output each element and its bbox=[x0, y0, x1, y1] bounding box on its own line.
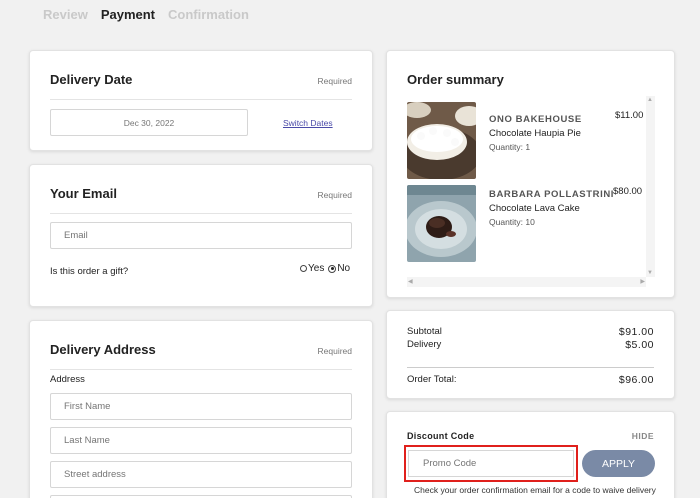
order-total-row: Order Total: $96.00 bbox=[407, 374, 654, 386]
subtotal-label: Subtotal bbox=[407, 326, 442, 337]
first-name-input[interactable] bbox=[50, 393, 352, 420]
item-vendor: BARBARA POLLASTRINI bbox=[489, 189, 615, 200]
subtotal-row: Subtotal $91.00 bbox=[407, 326, 654, 338]
order-summary-card: Order summary ONO BAKEHOUSE Chocolate Ha… bbox=[386, 50, 675, 298]
gift-yes-radio[interactable] bbox=[300, 265, 307, 272]
apply-button[interactable]: APPLY bbox=[582, 450, 655, 477]
item-price: $80.00 bbox=[613, 186, 643, 197]
divider bbox=[50, 213, 352, 214]
delivery-row: Delivery $5.00 bbox=[407, 339, 654, 351]
delivery-address-title: Delivery Address bbox=[50, 342, 156, 357]
totals-divider bbox=[407, 367, 654, 368]
promo-code-input[interactable] bbox=[408, 450, 574, 477]
totals-card: Subtotal $91.00 Delivery $5.00 Order Tot… bbox=[386, 310, 675, 399]
required-label: Required bbox=[317, 346, 353, 356]
order-items-scroll[interactable]: ONO BAKEHOUSE Chocolate Haupia Pie Quant… bbox=[387, 96, 656, 287]
email-card: Your Email Required Is this order a gift… bbox=[29, 164, 373, 307]
required-label: Required bbox=[317, 76, 353, 86]
haupia-pie-image bbox=[407, 102, 476, 179]
delivery-date-title: Delivery Date bbox=[50, 72, 133, 87]
order-total-value: $96.00 bbox=[618, 374, 654, 386]
delivery-date-value: Dec 30, 2022 bbox=[123, 117, 175, 128]
discount-note: Check your order confirmation email for … bbox=[414, 485, 656, 495]
required-label: Required bbox=[317, 190, 353, 200]
order-total-label: Order Total: bbox=[407, 374, 457, 385]
gift-question: Is this order a gift? bbox=[50, 266, 129, 277]
delivery-address-card: Delivery Address Required Address bbox=[29, 320, 373, 498]
delivery-date-field[interactable]: Dec 30, 2022 bbox=[50, 109, 248, 136]
delivery-label: Delivery bbox=[407, 339, 442, 350]
switch-dates-link[interactable]: Switch Dates bbox=[283, 118, 333, 128]
hide-discount-link[interactable]: HIDE bbox=[632, 431, 654, 441]
radio-dot-icon bbox=[330, 267, 334, 270]
item-vendor: ONO BAKEHOUSE bbox=[489, 114, 582, 125]
step-payment[interactable]: Payment bbox=[101, 7, 155, 22]
discount-card: Discount Code HIDE APPLY Check your orde… bbox=[386, 411, 675, 498]
delivery-value: $5.00 bbox=[625, 339, 654, 351]
gift-yes-label[interactable]: Yes bbox=[308, 263, 324, 274]
gift-no-radio[interactable] bbox=[328, 264, 337, 273]
order-item: BARBARA POLLASTRINI Chocolate Lava Cake … bbox=[407, 185, 642, 262]
address-section-label: Address bbox=[50, 374, 85, 385]
item-quantity: Quantity: 10 bbox=[489, 217, 535, 227]
item-name: Chocolate Lava Cake bbox=[489, 203, 580, 214]
step-confirmation[interactable]: Confirmation bbox=[168, 7, 249, 22]
delivery-date-card: Delivery Date Required Dec 30, 2022 Swit… bbox=[29, 50, 373, 151]
item-name: Chocolate Haupia Pie bbox=[489, 128, 581, 139]
item-quantity: Quantity: 1 bbox=[489, 142, 531, 152]
checkout-steps: Review Payment Confirmation bbox=[43, 7, 249, 22]
street-address-input[interactable] bbox=[50, 461, 352, 488]
email-title: Your Email bbox=[50, 186, 117, 201]
gift-options: Yes No bbox=[300, 263, 350, 274]
last-name-input[interactable] bbox=[50, 427, 352, 454]
email-input[interactable] bbox=[50, 222, 352, 249]
order-item: ONO BAKEHOUSE Chocolate Haupia Pie Quant… bbox=[407, 102, 643, 179]
gift-no-label[interactable]: No bbox=[337, 263, 350, 274]
item-price: $11.00 bbox=[615, 110, 644, 121]
divider bbox=[50, 369, 352, 370]
divider bbox=[50, 99, 352, 100]
discount-title: Discount Code bbox=[407, 431, 475, 441]
step-review[interactable]: Review bbox=[43, 7, 88, 22]
lava-cake-image bbox=[407, 185, 476, 262]
subtotal-value: $91.00 bbox=[618, 326, 654, 338]
order-summary-title: Order summary bbox=[407, 72, 504, 87]
